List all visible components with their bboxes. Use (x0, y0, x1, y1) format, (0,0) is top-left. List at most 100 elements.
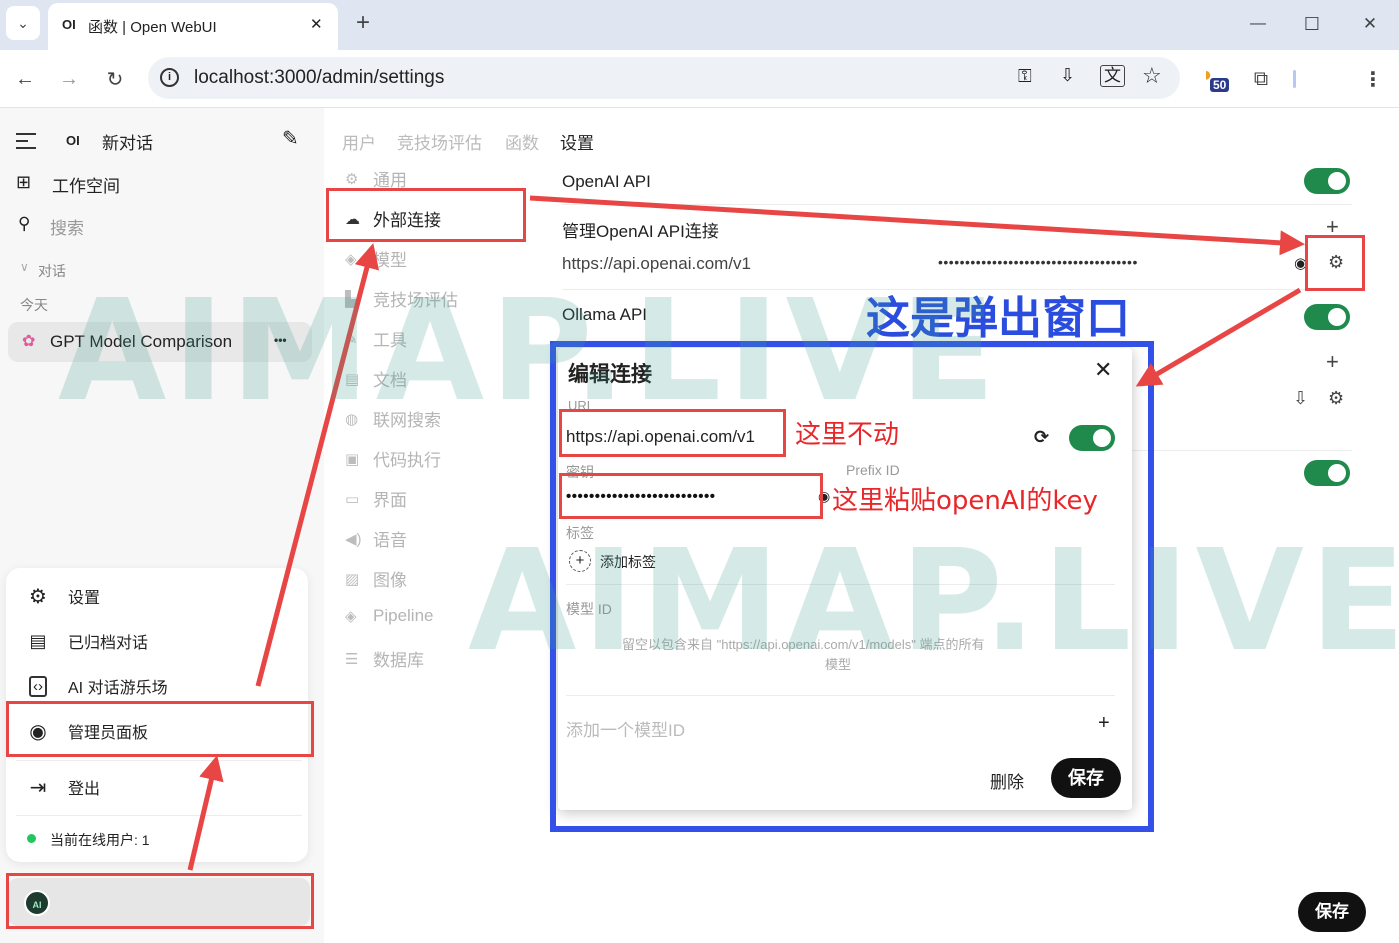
monitor-icon: ▭ (345, 490, 373, 508)
tab-favicon: OI (62, 17, 76, 32)
terminal-icon: ▣ (345, 450, 373, 468)
nav-images-label: 图像 (373, 566, 407, 591)
nav-web-search[interactable]: ◍联网搜索 (345, 406, 441, 431)
connection-enabled-toggle[interactable] (1069, 425, 1115, 451)
archive-icon: ▤ (8, 631, 68, 652)
nav-audio[interactable]: ◀)语音 (345, 526, 407, 551)
browser-tab[interactable]: OI 函数 | Open WebUI ✕ (48, 3, 338, 50)
direct-connections-toggle[interactable] (1304, 460, 1350, 486)
logout-icon: ⇥ (8, 775, 68, 800)
refresh-icon[interactable]: ⟳ (1034, 427, 1049, 448)
top-tab-functions[interactable]: 函数 (505, 129, 539, 154)
add-tag-icon[interactable]: + (569, 550, 591, 572)
bookmark-star-icon[interactable]: ☆ (1142, 63, 1162, 89)
model-ids-label: 模型 ID (566, 599, 612, 619)
address-bar-row: ← → ↻ i localhost:3000/admin/settings ⚿ … (0, 50, 1399, 108)
chat-list-item[interactable]: ✿ GPT Model Comparison ••• (8, 322, 312, 362)
add-model-id-icon[interactable]: + (1098, 712, 1110, 735)
menu-playground-label: AI 对话游乐场 (68, 674, 168, 698)
chevron-down-icon[interactable]: ∨ (20, 260, 29, 274)
cube-icon: ◈ (345, 250, 373, 268)
openai-key-masked[interactable]: ••••••••••••••••••••••••••••••••••••• (938, 254, 1138, 270)
minimize-button[interactable]: — (1244, 12, 1272, 36)
chat-item-title: GPT Model Comparison (50, 332, 232, 352)
menu-archived-chats[interactable]: ▤ 已归档对话 (8, 619, 306, 663)
tab-close-icon[interactable]: ✕ (310, 15, 323, 33)
download-icon[interactable]: ⇩ (1293, 388, 1308, 409)
chrome-menu-icon[interactable]: ⋮ (1360, 66, 1386, 92)
nav-interface-label: 界面 (373, 486, 407, 511)
add-model-id-input[interactable]: 添加一个模型ID (566, 716, 685, 741)
sidebar-toggle-icon[interactable] (16, 133, 36, 149)
key-highlight-box (559, 473, 823, 519)
workspace-link[interactable]: 工作空间 (52, 172, 120, 197)
nav-tools[interactable]: ✎工具 (345, 326, 407, 351)
nav-arena-label: 竞技场评估 (373, 286, 458, 311)
openai-url-text[interactable]: https://api.openai.com/v1 (562, 254, 751, 274)
tab-list-button[interactable]: ⌄ (6, 6, 40, 40)
nav-arena[interactable]: ▙竞技场评估 (345, 286, 458, 311)
chat-more-button[interactable]: ••• (274, 333, 287, 347)
nav-documents[interactable]: ▤文档 (345, 366, 407, 391)
password-key-icon[interactable]: ⚿ (1018, 66, 1032, 87)
nav-audio-label: 语音 (373, 526, 407, 551)
chart-icon: ▙ (345, 290, 373, 308)
url-text[interactable]: localhost:3000/admin/settings (194, 67, 444, 89)
search-input[interactable]: 搜索 (50, 214, 84, 239)
modal-divider (566, 584, 1115, 585)
extension-icon[interactable]: ◗ 50 (1202, 64, 1232, 94)
section-divider (1132, 450, 1352, 451)
compose-icon[interactable]: ✎ (282, 126, 299, 151)
new-tab-button[interactable]: + (350, 10, 376, 36)
forward-icon[interactable]: → (56, 66, 82, 92)
prefix-id-input[interactable]: Prefix ID (846, 462, 900, 478)
top-tab-users[interactable]: 用户 (342, 129, 376, 154)
menu-logout[interactable]: ⇥ 登出 (8, 765, 306, 809)
delete-connection-button[interactable]: 删除 (990, 768, 1024, 793)
tags-label: 标签 (566, 523, 594, 543)
window-close-button[interactable]: ✕ (1356, 12, 1384, 36)
globe-icon: ◍ (345, 410, 373, 428)
nav-code-exec[interactable]: ▣代码执行 (345, 446, 441, 471)
openai-api-label: OpenAI API (562, 172, 651, 192)
ollama-api-toggle[interactable] (1304, 304, 1350, 330)
add-ollama-connection-icon[interactable]: + (1326, 349, 1339, 375)
profile-divider (1293, 70, 1296, 88)
maximize-button[interactable]: ☐ (1298, 12, 1326, 36)
new-chat-logo: OI (66, 133, 80, 148)
add-tag-button[interactable]: 添加标签 (600, 552, 656, 572)
back-icon[interactable]: ← (12, 66, 38, 92)
new-chat-button[interactable]: 新对话 (102, 129, 153, 154)
nav-interface[interactable]: ▭界面 (345, 486, 407, 511)
sidebar: OI 新对话 ✎ ⊞ 工作空间 ⚲ 搜索 ∨ 对话 今天 ✿ GPT Model… (0, 108, 324, 943)
modal-close-icon[interactable]: ✕ (1094, 357, 1112, 383)
url-highlight-box (559, 409, 786, 457)
menu-settings[interactable]: ⚙ 设置 (8, 574, 306, 618)
model-ids-hint: 留空以包含来自 "https://api.openai.com/v1/model… (622, 634, 985, 653)
nav-database[interactable]: ☰数据库 (345, 646, 424, 671)
url-note: 这里不动 (795, 414, 899, 451)
nav-pipeline[interactable]: ◈Pipeline (345, 606, 434, 626)
omnibox[interactable]: i localhost:3000/admin/settings ⚿ ⇩ 文 ☆ (148, 57, 1180, 99)
reload-icon[interactable]: ↻ (102, 66, 128, 92)
save-connection-button[interactable]: 保存 (1051, 758, 1121, 798)
brain-icon: ✿ (22, 331, 35, 351)
save-settings-button[interactable]: 保存 (1298, 892, 1366, 932)
gear-icon: ⚙ (8, 584, 68, 609)
today-section-label: 今天 (20, 295, 48, 315)
ollama-settings-gear-icon[interactable]: ⚙ (1328, 388, 1344, 409)
install-app-icon[interactable]: ⇩ (1060, 65, 1075, 86)
nav-models[interactable]: ◈模型 (345, 246, 407, 271)
site-info-icon[interactable]: i (160, 68, 179, 87)
openai-api-toggle[interactable] (1304, 168, 1350, 194)
menu-divider (16, 815, 302, 816)
profile-highlight-box (6, 873, 314, 929)
extensions-puzzle-icon[interactable]: ⧉ (1248, 66, 1274, 92)
top-tab-arena[interactable]: 竞技场评估 (397, 129, 482, 154)
extension-badge: 50 (1210, 78, 1229, 92)
translate-icon[interactable]: 文 (1100, 65, 1125, 87)
nav-images[interactable]: ▨图像 (345, 566, 407, 591)
top-tab-settings[interactable]: 设置 (560, 129, 594, 154)
chats-section-label[interactable]: 对话 (38, 261, 66, 281)
save-settings-label: 保存 (1315, 902, 1349, 921)
